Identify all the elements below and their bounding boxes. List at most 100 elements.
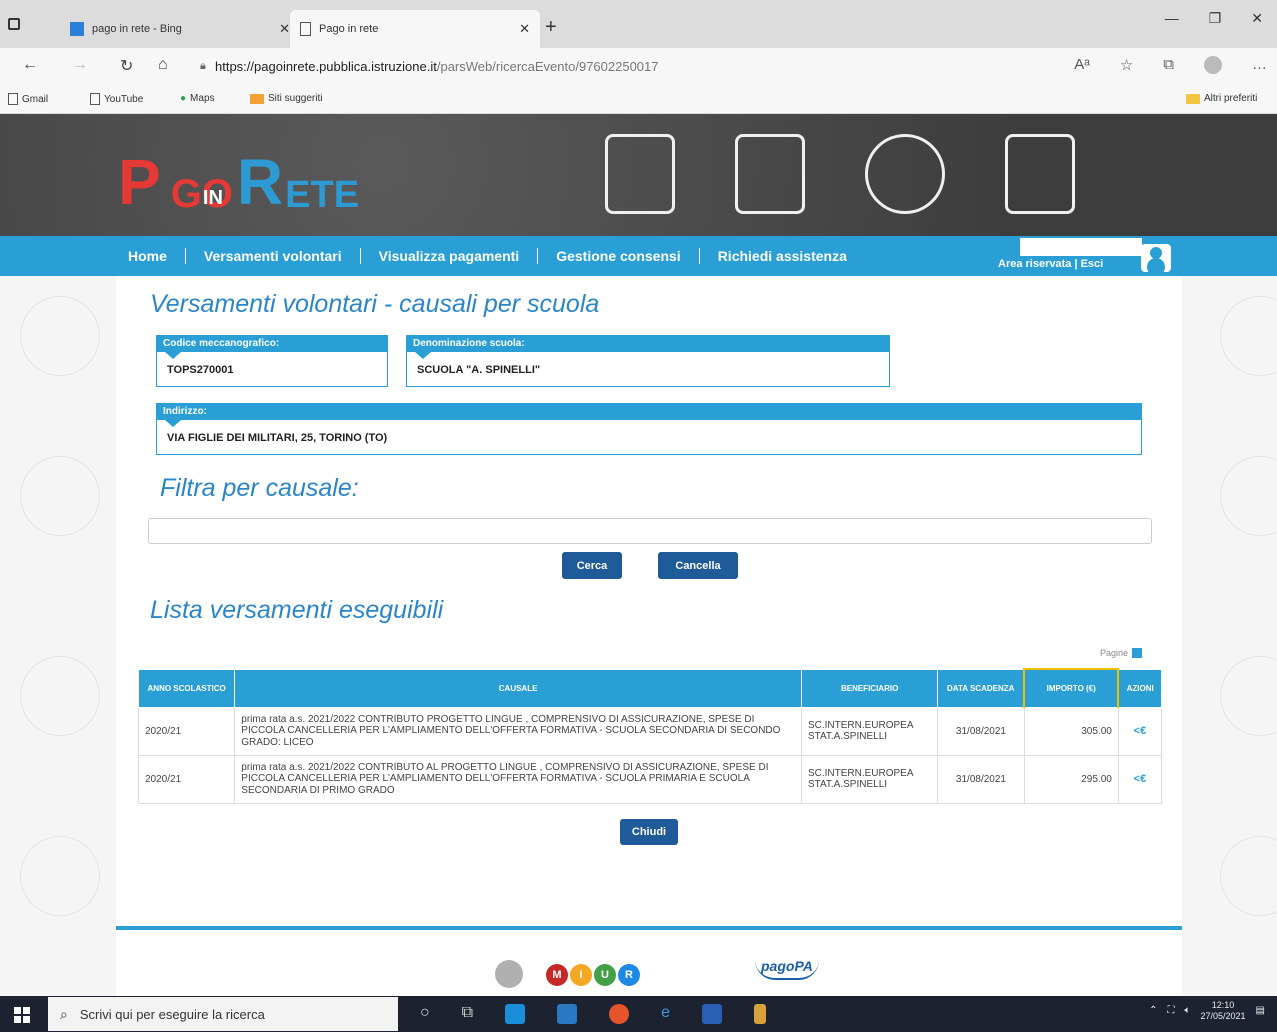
- pay-action-icon[interactable]: <€: [1134, 725, 1147, 737]
- task-view-icon[interactable]: ⧉: [462, 1004, 473, 1024]
- field-value: SCUOLA "A. SPINELLI": [417, 364, 541, 376]
- url-field[interactable]: https://pagoinrete.pubblica.istruzione.i…: [215, 59, 659, 74]
- footer-divider: [116, 926, 1182, 930]
- back-icon[interactable]: ←: [22, 56, 38, 74]
- cell-beneficiario: SC.INTERN.EUROPEA STAT.A.SPINELLI: [800, 754, 939, 804]
- menu-visualizza-pagamenti[interactable]: Visualizza pagamenti: [359, 248, 538, 264]
- internet-explorer-icon[interactable]: e: [661, 1004, 670, 1024]
- notifications-icon[interactable]: ▤: [1256, 1005, 1265, 1016]
- network-icon[interactable]: ⛶: [1168, 1005, 1175, 1016]
- favorites-star-icon[interactable]: ☆: [1120, 56, 1133, 74]
- close-tab-icon[interactable]: ✕: [519, 21, 530, 37]
- col-scadenza[interactable]: DATA SCADENZA: [937, 668, 1025, 708]
- tab-actions-icon[interactable]: [8, 18, 20, 30]
- field-value: VIA FIGLIE DEI MILITARI, 25, TORINO (TO): [167, 432, 388, 444]
- menu-versamenti-volontari[interactable]: Versamenti volontari: [184, 248, 360, 264]
- field-value: TOPS270001: [167, 364, 234, 376]
- header-illustrations: [605, 134, 1075, 214]
- field-label: Codice meccanografico:: [157, 336, 387, 352]
- browser-actions: Aᵃ ☆ ⧉ …: [1074, 56, 1267, 74]
- menu-richiedi-assistenza[interactable]: Richiedi assistenza: [698, 248, 865, 264]
- read-aloud-icon[interactable]: Aᵃ: [1074, 56, 1090, 74]
- col-anno[interactable]: ANNO SCOLASTICO: [137, 668, 236, 708]
- chiudi-button[interactable]: Chiudi: [620, 819, 678, 845]
- cell-causale: prima rata a.s. 2021/2022 CONTRIBUTO PRO…: [234, 706, 802, 756]
- profile-icon[interactable]: [1204, 56, 1222, 74]
- field-label: Denominazione scuola:: [407, 336, 889, 352]
- page-icon: [300, 22, 311, 36]
- page-number[interactable]: [1132, 648, 1143, 658]
- windows-taskbar: ⌕ Scrivi qui per eseguire la ricerca ○ ⧉…: [0, 996, 1277, 1032]
- taskbar-apps: ○ ⧉ e: [420, 1004, 767, 1024]
- redacted-username: [1020, 238, 1142, 256]
- lock-icon[interactable]: 🔒︎: [200, 60, 206, 73]
- maximize-icon[interactable]: ❐: [1209, 10, 1222, 27]
- app-icon[interactable]: [754, 1004, 767, 1024]
- table-row: 2020/21 prima rata a.s. 2021/2022 CONTRI…: [137, 754, 1163, 804]
- area-riservata-link[interactable]: Area riservata | Esci: [998, 258, 1103, 270]
- bookmark-youtube[interactable]: YouTube: [90, 93, 143, 105]
- page-icon: [90, 93, 100, 105]
- page-icon: [8, 93, 18, 105]
- address-bar: ← → ↻ ⌂ 🔒︎ https://pagoinrete.pubblica.i…: [0, 48, 1277, 86]
- page-title: Versamenti volontari - causali per scuol…: [150, 290, 600, 318]
- menu-gestione-consensi[interactable]: Gestione consensi: [537, 248, 698, 264]
- col-causale[interactable]: CAUSALE: [234, 668, 802, 708]
- folder-icon: [250, 93, 264, 104]
- pay-action-icon[interactable]: <€: [1134, 773, 1147, 785]
- bookmark-siti-suggeriti[interactable]: Siti suggeriti: [250, 93, 322, 104]
- tray-chevron-icon[interactable]: ⌃: [1149, 1005, 1157, 1016]
- browser-tab-bar: pago in rete - Bing ✕ Pago in rete ✕ + —…: [0, 0, 1277, 48]
- word-icon[interactable]: [702, 1004, 723, 1024]
- search-icon: ⌕: [60, 1005, 68, 1022]
- versamenti-table: ANNO SCOLASTICO CAUSALE BENEFICIARIO DAT…: [137, 668, 1163, 804]
- pagopa-logo: pagoPA: [755, 958, 819, 980]
- folder-icon: [1186, 93, 1200, 104]
- minimize-icon[interactable]: —: [1165, 10, 1179, 27]
- cancella-button[interactable]: Cancella: [658, 552, 738, 579]
- col-azioni: AZIONI: [1117, 668, 1163, 708]
- home-icon[interactable]: ⌂: [158, 56, 168, 74]
- edge-icon[interactable]: [505, 1004, 526, 1024]
- more-icon[interactable]: …: [1252, 56, 1267, 74]
- bookmarks-bar: Gmail YouTube ● Maps Siti suggeriti Altri…: [0, 86, 1277, 114]
- pago-in-rete-logo[interactable]: P GO IN R ETE: [118, 144, 359, 214]
- file-explorer-icon[interactable]: [557, 1004, 578, 1024]
- chrome-icon[interactable]: [609, 1004, 630, 1024]
- table-header-row: ANNO SCOLASTICO CAUSALE BENEFICIARIO DAT…: [137, 668, 1163, 708]
- bing-icon: [70, 22, 84, 36]
- cell-scadenza: 31/08/2021: [937, 754, 1025, 804]
- miur-logo: M I U R: [546, 964, 640, 986]
- list-title: Lista versamenti eseguibili: [150, 596, 444, 624]
- cell-causale: prima rata a.s. 2021/2022 CONTRIBUTO AL …: [234, 754, 802, 804]
- bookmark-maps[interactable]: ● Maps: [180, 93, 215, 104]
- decor: [1220, 296, 1277, 376]
- collections-icon[interactable]: ⧉: [1163, 56, 1174, 74]
- forward-icon[interactable]: →: [72, 56, 88, 74]
- refresh-icon[interactable]: ↻: [120, 56, 133, 76]
- menu-home[interactable]: Home: [128, 248, 185, 264]
- causale-filter-input[interactable]: [148, 518, 1152, 544]
- tab-pago-in-rete[interactable]: Pago in rete ✕: [290, 10, 540, 48]
- user-icon[interactable]: [1141, 244, 1171, 272]
- windows-start-icon[interactable]: [14, 1007, 30, 1023]
- col-beneficiario[interactable]: BENEFICIARIO: [800, 668, 939, 708]
- tab-bing[interactable]: pago in rete - Bing ✕: [60, 10, 300, 48]
- cerca-button[interactable]: Cerca: [562, 552, 622, 579]
- bookmark-other-folder[interactable]: Altri preferiti: [1186, 93, 1257, 104]
- indirizzo-box: Indirizzo: VIA FIGLIE DEI MILITARI, 25, …: [156, 403, 1142, 455]
- site-header: P GO IN R ETE: [0, 114, 1277, 236]
- bookmark-gmail[interactable]: Gmail: [8, 93, 48, 105]
- cell-scadenza: 31/08/2021: [937, 706, 1025, 756]
- taskbar-search[interactable]: ⌕ Scrivi qui per eseguire la ricerca: [48, 997, 398, 1031]
- new-tab-icon[interactable]: +: [545, 16, 557, 39]
- volume-icon[interactable]: 🔈︎: [1185, 1005, 1191, 1016]
- decor: [20, 836, 100, 916]
- close-window-icon[interactable]: ✕: [1251, 10, 1263, 27]
- cortana-icon[interactable]: ○: [420, 1004, 430, 1024]
- close-tab-icon[interactable]: ✕: [279, 21, 290, 37]
- filter-title: Filtra per causale:: [160, 474, 359, 502]
- col-importo[interactable]: IMPORTO (€): [1023, 668, 1120, 708]
- tab-label: pago in rete - Bing: [92, 23, 182, 35]
- clock[interactable]: 12:10 27/05/2021: [1201, 1000, 1246, 1022]
